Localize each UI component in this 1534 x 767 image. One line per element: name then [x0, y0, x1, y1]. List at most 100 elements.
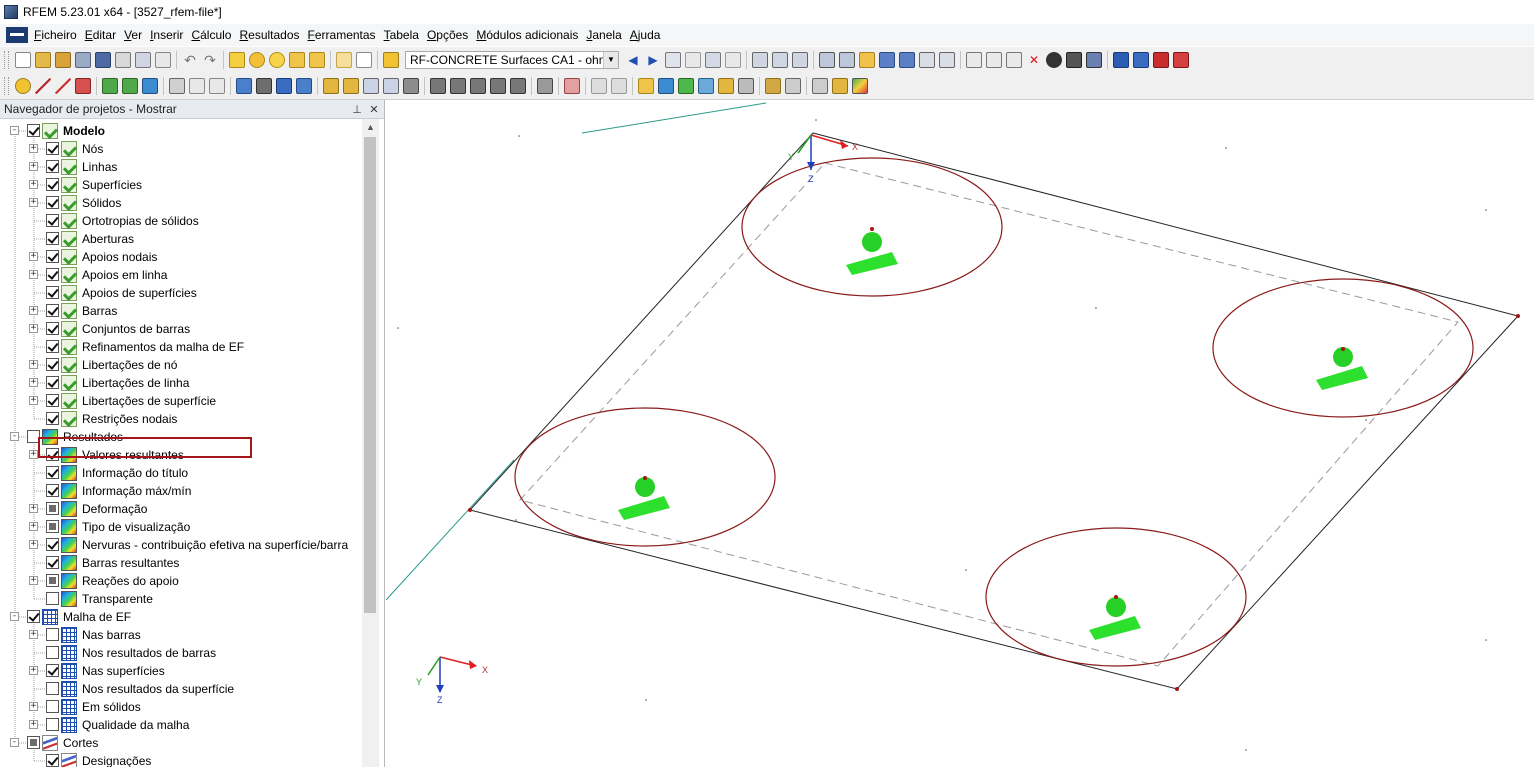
display-mesh-icon[interactable] [839, 52, 855, 68]
new-member-icon[interactable] [55, 78, 71, 94]
tree-item-checkbox[interactable] [46, 376, 59, 389]
collapse-icon[interactable]: - [10, 126, 19, 135]
menu-opcoes[interactable]: Opções [427, 28, 476, 42]
nodal-support[interactable] [1089, 595, 1141, 640]
nodal-support[interactable] [1316, 347, 1368, 390]
object-snap-icon[interactable] [738, 78, 754, 94]
fz-icon[interactable] [490, 78, 506, 94]
tree-item-checkbox[interactable] [46, 520, 59, 533]
tree-item[interactable]: Apoios de superfícies [0, 284, 362, 302]
display-grid-icon[interactable] [819, 52, 835, 68]
tree-item[interactable]: + Libertações de nó [0, 356, 362, 374]
guide-line-icon[interactable] [638, 78, 654, 94]
tree-item[interactable]: - Malha de EF [0, 608, 362, 626]
imperfection-icon[interactable] [343, 78, 359, 94]
color-palette-icon[interactable] [852, 78, 868, 94]
model-check-icon[interactable] [403, 78, 419, 94]
tree-item[interactable]: + Nervuras - contribuição efetiva na supe… [0, 536, 362, 554]
expand-icon[interactable]: + [29, 396, 38, 405]
tree-item-checkbox[interactable] [46, 574, 59, 587]
tree-item[interactable]: + Apoios nodais [0, 248, 362, 266]
tree-item[interactable]: + Nas superfícies [0, 662, 362, 680]
line-grid-icon[interactable] [718, 78, 734, 94]
load-case-select[interactable]: RF-CONCRETE Surfaces CA1 - ohne Glä ▼ [405, 51, 619, 69]
grid-lines-icon[interactable] [383, 78, 399, 94]
expand-icon[interactable]: + [29, 522, 38, 531]
expand-icon[interactable]: + [29, 504, 38, 513]
measure-icon[interactable] [939, 52, 955, 68]
undo-icon[interactable]: ↶ [182, 52, 198, 68]
expand-icon[interactable]: + [29, 702, 38, 711]
tree-item[interactable]: Refinamentos da malha de EF [0, 338, 362, 356]
slab-node[interactable] [468, 508, 472, 512]
eccentricity-icon[interactable] [209, 78, 225, 94]
expand-icon[interactable]: + [29, 630, 38, 639]
tree-item[interactable]: + Qualidade da malha [0, 716, 362, 734]
slab-node[interactable] [1516, 314, 1520, 318]
section-settings-icon[interactable] [792, 52, 808, 68]
grid-points-icon[interactable] [363, 78, 379, 94]
expand-icon[interactable]: + [29, 162, 38, 171]
tree-item-checkbox[interactable] [46, 160, 59, 173]
tree-item-checkbox[interactable] [46, 142, 59, 155]
tree-item[interactable]: + Tipo de visualização [0, 518, 362, 536]
navigator-toggle-icon[interactable] [336, 52, 352, 68]
toolbar-grip[interactable] [4, 51, 9, 69]
hinge-icon[interactable] [169, 78, 185, 94]
tree-item[interactable]: + Libertações de superfície [0, 392, 362, 410]
tree-item-checkbox[interactable] [46, 412, 59, 425]
load-case-icon[interactable] [383, 52, 399, 68]
tree-item-checkbox[interactable] [46, 214, 59, 227]
pin-icon[interactable]: ⊥ [350, 103, 364, 116]
select-icon[interactable] [966, 52, 982, 68]
project-manager-icon[interactable] [75, 52, 91, 68]
tree-item-checkbox[interactable] [46, 718, 59, 731]
scrollbar-thumb[interactable] [364, 137, 376, 613]
tree-item[interactable]: + Barras [0, 302, 362, 320]
tree-item[interactable]: Designações [0, 752, 362, 767]
member-end-icon[interactable] [189, 78, 205, 94]
show-window-icon[interactable] [309, 52, 325, 68]
calculate-icon[interactable] [1066, 52, 1082, 68]
addon-module-2-icon[interactable] [1173, 52, 1189, 68]
tree-item[interactable]: + Sólidos [0, 194, 362, 212]
tree-item-checkbox[interactable] [46, 340, 59, 353]
check-icon[interactable] [1086, 52, 1102, 68]
expand-icon[interactable]: + [29, 180, 38, 189]
menu-tabela[interactable]: Tabela [384, 28, 427, 42]
nodal-support[interactable] [618, 476, 670, 520]
delete-icon[interactable]: ✕ [1026, 52, 1042, 68]
next-load-case-icon[interactable]: ▶ [647, 52, 659, 68]
new-surface-icon[interactable] [75, 78, 91, 94]
navigator-scrollbar[interactable]: ▲ [362, 119, 379, 767]
tree-item-checkbox[interactable] [46, 646, 59, 659]
menu-ficheiro[interactable]: Ficheiro [34, 28, 85, 42]
tree-item[interactable]: - Cortes [0, 734, 362, 752]
menu-ajuda[interactable]: Ajuda [630, 28, 669, 42]
scale-icon[interactable] [919, 52, 935, 68]
edit-pencil-icon[interactable] [229, 52, 245, 68]
generate-loads-icon[interactable] [323, 78, 339, 94]
save-icon[interactable] [95, 52, 111, 68]
coordinate-system-icon[interactable] [785, 78, 801, 94]
tree-item-checkbox[interactable] [46, 628, 59, 641]
fy-icon[interactable] [470, 78, 486, 94]
menu-editar[interactable]: Editar [85, 28, 124, 42]
model-viewport[interactable]: X Y Z X Y Z [386, 100, 1534, 767]
tree-item-checkbox[interactable] [27, 124, 40, 137]
tree-item[interactable]: + Linhas [0, 158, 362, 176]
collapse-icon[interactable]: - [10, 612, 19, 621]
tree-item[interactable]: Ortotropias de sólidos [0, 212, 362, 230]
previous-load-case-icon[interactable]: ◀ [627, 52, 639, 68]
tree-item-checkbox[interactable] [46, 556, 59, 569]
tree-item[interactable]: + Apoios em linha [0, 266, 362, 284]
sections-icon[interactable] [752, 52, 768, 68]
mirror-icon[interactable] [899, 52, 915, 68]
tree-item[interactable]: Nos resultados da superfície [0, 680, 362, 698]
table-settings-icon[interactable] [812, 78, 828, 94]
print-icon[interactable] [115, 52, 131, 68]
tree-item-checkbox[interactable] [27, 736, 40, 749]
collapse-icon[interactable]: - [10, 432, 19, 441]
addon-module-icon[interactable] [1153, 52, 1169, 68]
new-file-icon[interactable] [15, 52, 31, 68]
